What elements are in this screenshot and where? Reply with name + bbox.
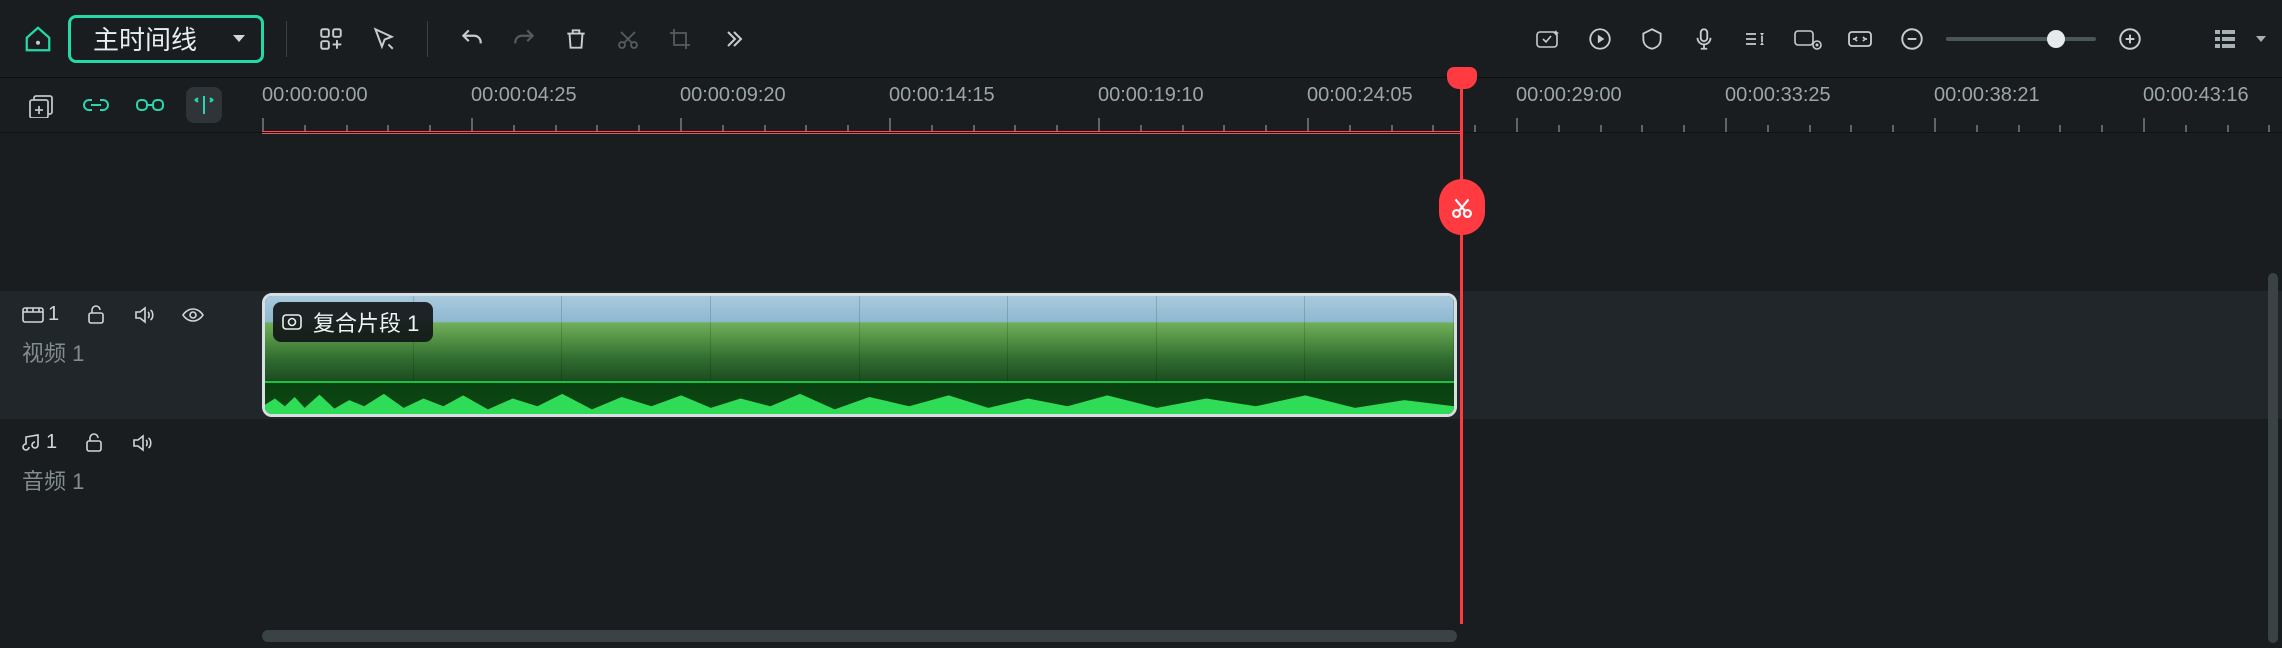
- chevron-down-icon[interactable]: [2256, 36, 2266, 42]
- track-lock-button[interactable]: [83, 433, 105, 453]
- ruler-timestamp: 00:00:04:25: [471, 84, 577, 107]
- audio-track-index: 1: [46, 431, 57, 454]
- audio-mixer-button[interactable]: [1734, 17, 1778, 61]
- timeline-toolbar: 主时间线: [0, 0, 2282, 78]
- video-clip[interactable]: 复合片段 1: [262, 293, 1457, 417]
- home-button[interactable]: [16, 17, 60, 61]
- clip-thumbnail: [860, 296, 1009, 381]
- audio-track-lane[interactable]: [262, 419, 2282, 529]
- tracks-area: 1 视频 1: [0, 132, 2282, 624]
- voiceover-button[interactable]: [1682, 17, 1726, 61]
- timeline-selector-label: 主时间线: [93, 20, 197, 57]
- video-track-label: 视频 1: [22, 336, 262, 368]
- zoom-slider-thumb[interactable]: [2047, 30, 2065, 48]
- audio-track-header: 1 音频 1: [0, 419, 262, 529]
- zoom-in-button[interactable]: [2108, 17, 2152, 61]
- timeline-selector-dropdown[interactable]: 主时间线: [68, 15, 264, 63]
- compound-clip-icon: [281, 312, 303, 332]
- track-lock-button[interactable]: [85, 305, 107, 325]
- clip-title-badge: 复合片段 1: [273, 302, 433, 342]
- ai-enhance-button[interactable]: [1526, 17, 1570, 61]
- ruler-timestamp: 00:00:09:20: [680, 84, 786, 107]
- ruler-timestamp: 00:00:14:15: [889, 84, 995, 107]
- add-track-button[interactable]: [24, 87, 60, 123]
- clip-audio-waveform: [265, 381, 1454, 414]
- ruler-timestamp: 00:00:43:16: [2143, 84, 2249, 107]
- cut-button[interactable]: [606, 17, 650, 61]
- track-header-tools: [0, 78, 262, 132]
- vertical-scrollbar[interactable]: [2268, 273, 2278, 643]
- clip-thumbnail: [711, 296, 860, 381]
- spacer-track: [0, 133, 2282, 291]
- add-marker-button[interactable]: [309, 17, 353, 61]
- mask-button[interactable]: [1630, 17, 1674, 61]
- clip-thumbnail: [562, 296, 711, 381]
- ruler-row: 00:00:00:00 00:00:04:25 00:00:09:20 00:00:1…: [0, 78, 2282, 132]
- clip-thumbnail: [1305, 296, 1454, 381]
- video-track-index: 1: [48, 303, 59, 326]
- delete-button[interactable]: [554, 17, 598, 61]
- link-toggle-button[interactable]: [78, 87, 114, 123]
- ruler-timestamp: 00:00:29:00: [1516, 84, 1622, 107]
- snap-toggle-button[interactable]: [186, 87, 222, 123]
- video-track-icon: 1: [22, 303, 59, 326]
- preview-button[interactable]: [1578, 17, 1622, 61]
- ruler-timestamp: 00:00:33:25: [1725, 84, 1831, 107]
- audio-track-icon: 1: [22, 431, 57, 454]
- track-mute-button[interactable]: [133, 305, 155, 325]
- chevron-down-icon: [233, 35, 245, 42]
- fit-width-button[interactable]: [1838, 17, 1882, 61]
- playhead-cut-button[interactable]: [1439, 179, 1485, 235]
- clip-title: 复合片段 1: [313, 306, 419, 338]
- pointer-tool-button[interactable]: [361, 17, 405, 61]
- time-ruler[interactable]: 00:00:00:00 00:00:04:25 00:00:09:20 00:00:1…: [262, 78, 2282, 132]
- horizontal-scrollbar-row: [0, 624, 2282, 648]
- track-display-options-button[interactable]: [2208, 22, 2242, 56]
- track-mute-button[interactable]: [131, 433, 153, 453]
- crop-button[interactable]: [658, 17, 702, 61]
- zoom-out-button[interactable]: [1890, 17, 1934, 61]
- undo-button[interactable]: [450, 17, 494, 61]
- ruler-timestamp: 00:00:19:10: [1098, 84, 1204, 107]
- video-track-lane[interactable]: 复合片段 1: [262, 291, 2282, 419]
- ruler-timestamp: 00:00:38:21: [1934, 84, 2040, 107]
- more-tools-button[interactable]: [710, 17, 754, 61]
- ruler-timestamp: 00:00:24:05: [1307, 84, 1413, 107]
- video-track-header: 1 视频 1: [0, 291, 262, 419]
- zoom-control: [1890, 17, 2152, 61]
- clip-thumbnail: [1008, 296, 1157, 381]
- track-visibility-button[interactable]: [181, 305, 205, 325]
- separator: [427, 21, 428, 57]
- separator: [286, 21, 287, 57]
- clip-thumbnail: [1157, 296, 1306, 381]
- audio-track: 1 音频 1: [0, 419, 2282, 529]
- video-track: 1 视频 1: [0, 291, 2282, 419]
- ruler-timestamp: 00:00:00:00: [262, 84, 368, 107]
- zoom-slider[interactable]: [1946, 37, 2096, 41]
- ripple-toggle-button[interactable]: [132, 87, 168, 123]
- redo-button[interactable]: [502, 17, 546, 61]
- audio-track-label: 音频 1: [22, 464, 262, 496]
- render-preview-button[interactable]: [1786, 17, 1830, 61]
- horizontal-scrollbar[interactable]: [262, 630, 1457, 642]
- clip-thumbnail: [414, 296, 563, 381]
